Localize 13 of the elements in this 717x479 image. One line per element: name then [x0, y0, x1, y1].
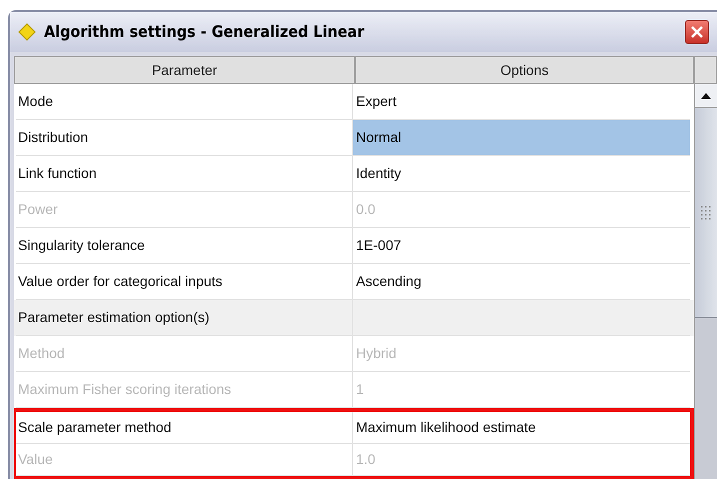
diamond-icon [18, 23, 36, 41]
scroll-up-button[interactable] [695, 84, 717, 108]
option-cell[interactable]: Normal [353, 120, 690, 156]
scrollbar[interactable] [694, 84, 717, 479]
close-icon [690, 25, 704, 39]
up-arrow-icon [701, 92, 711, 98]
close-button[interactable] [685, 20, 709, 44]
window-title: Algorithm settings - Generalized Linear [44, 21, 364, 43]
parameter-cell: Value [16, 444, 353, 476]
column-header[interactable]: Parameter [14, 56, 355, 84]
column-header[interactable]: Options [355, 56, 694, 84]
grip-icon [701, 206, 711, 220]
scroll-thumb[interactable] [695, 108, 717, 318]
